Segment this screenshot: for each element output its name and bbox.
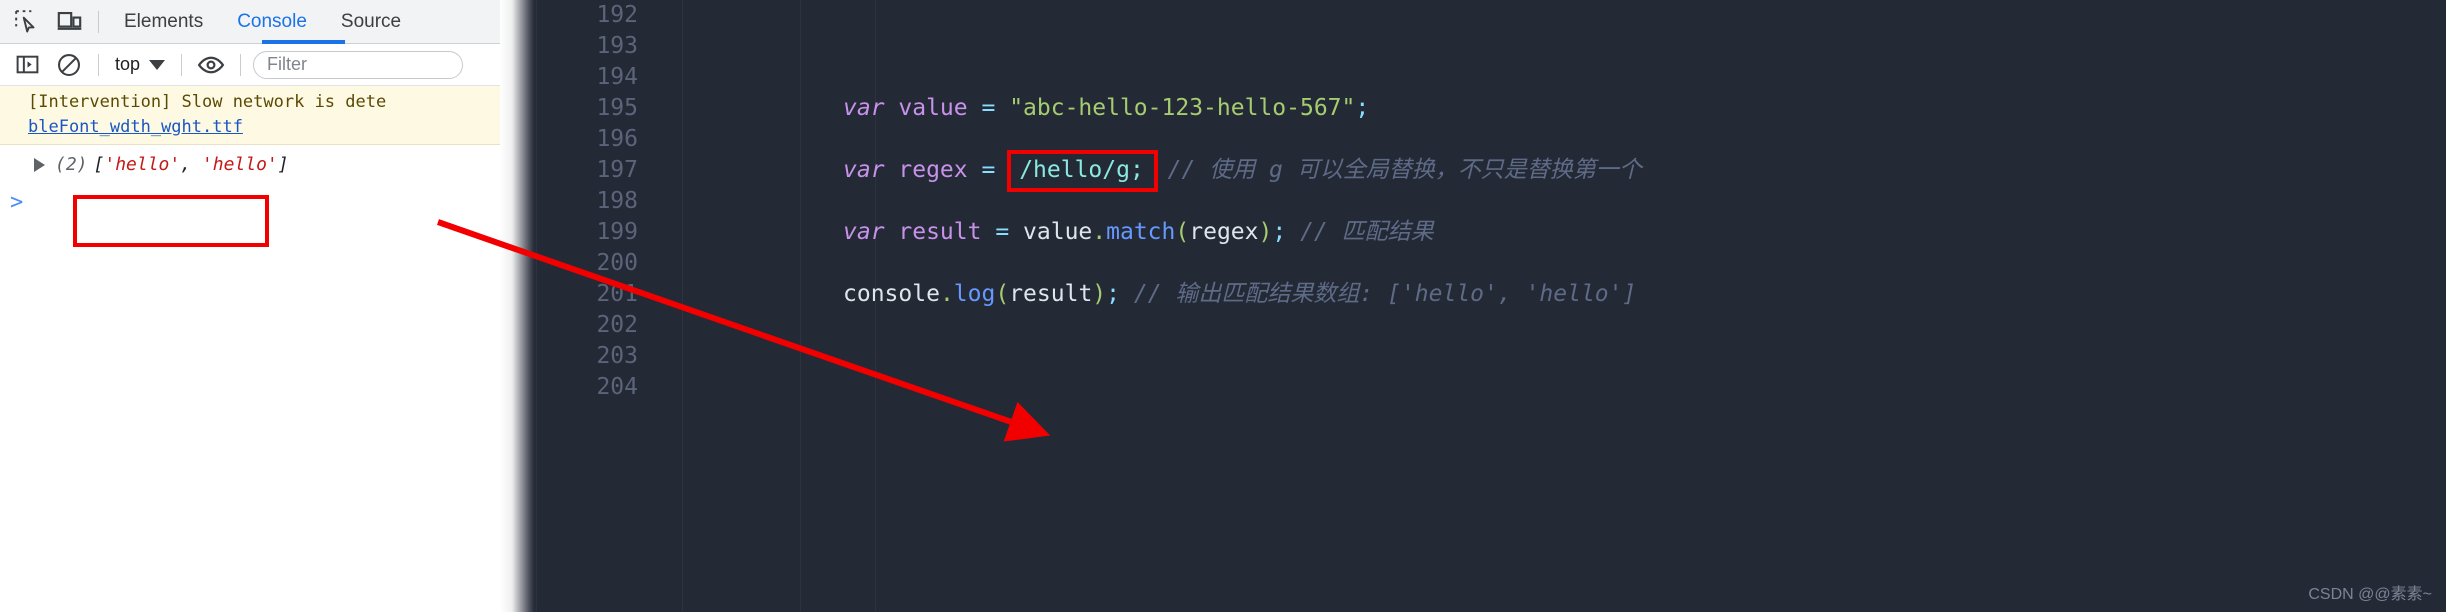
code-line[interactable]: 199 var result = value.match(regex); // 匹… [500,217,2446,248]
array-value: ['hello', 'hello'] [94,152,289,178]
line-number: 204 [596,374,638,400]
line-number: 195 [596,95,638,121]
token-obj: console [843,281,940,307]
code-line[interactable]: 194 [500,62,2446,93]
toolbar-divider [98,10,99,33]
line-number: 203 [596,343,638,369]
token-punct: . [939,281,954,307]
line-number: 199 [596,219,638,245]
code-line[interactable]: 197 var regex = /hello/g; // 使用 g 可以全局替换，… [500,149,2446,192]
code-line[interactable]: 196 [500,124,2446,155]
tab-elements[interactable]: Elements [107,0,220,44]
token-op: = [981,156,1010,183]
token-op: = [981,95,1010,121]
console-message-list[interactable]: [Intervention] Slow network is dete bleF… [0,86,500,612]
array-item-2: 'hello' [201,154,278,175]
token-kw: var [843,95,899,121]
array-comma: , [180,154,202,175]
code-line[interactable]: 204 [500,372,2446,403]
code-line[interactable]: 203 [500,341,2446,372]
token-obj: regex [1189,219,1259,245]
inspect-element-icon[interactable] [6,2,48,42]
prompt-chevron-icon: > [10,189,24,215]
code-line-list: 192 193 194 195 var value = "abc-hello-123-h… [500,0,2446,403]
line-number: 194 [596,64,638,90]
expand-triangle-icon[interactable] [34,158,45,172]
toolbar-divider [98,53,99,76]
token-punct: ) [1258,219,1273,245]
token-op: = [995,219,1024,245]
execution-context-selector[interactable]: top [107,54,173,75]
token-punct: ) [1092,281,1107,307]
token-comment: // 使用 g 可以全局替换，不只是替换第一个 [1153,156,1642,183]
token-fn: match [1106,219,1176,245]
token-punct: ( [995,281,1010,307]
code-text: console.log(result); // 输出匹配结果数组: ['hell… [650,279,1636,310]
array-item-1: 'hello' [104,154,181,175]
code-line[interactable]: 200 [500,248,2446,279]
line-number: 197 [596,157,638,183]
tab-sources[interactable]: Source [324,0,418,44]
code-line[interactable]: 198 [500,186,2446,217]
code-editor[interactable]: 192 193 194 195 var value = "abc-hello-123-h… [500,0,2446,612]
array-open-bracket: [ [93,154,105,175]
devtools-tabbar[interactable]: Elements Console Source [0,0,500,44]
tab-console[interactable]: Console [220,0,324,44]
line-number: 198 [596,188,638,214]
token-comment: // 匹配结果 [1286,219,1434,245]
token-comment: // 输出匹配结果数组: ['hello', 'hello'] [1120,281,1637,307]
line-number: 192 [596,2,638,28]
warning-source-link[interactable]: bleFont_wdth_wght.ttf [28,117,243,137]
token-punct: . [1092,219,1107,245]
token-semi: ; [1106,281,1121,307]
token-var: value [898,95,982,121]
token-var: regex [898,156,982,183]
console-sidebar-icon[interactable] [6,45,48,85]
chevron-down-icon [149,59,166,70]
line-number: 202 [596,312,638,338]
console-array-result[interactable]: (2) ['hello', 'hello'] [0,145,500,185]
code-text: var value = "abc-hello-123-hello-567"; [650,93,1369,124]
device-toolbar-icon[interactable] [48,2,90,42]
token-semi: ; [1355,95,1370,121]
execution-context-label: top [115,54,141,74]
line-number: 193 [596,33,638,59]
line-number: 196 [596,126,638,152]
highlighted-regex-literal: /hello/g; [1007,149,1158,192]
token-obj: value [1023,219,1093,245]
token-kw: var [843,219,899,245]
devtools-panel[interactable]: Elements Console Source top Filter [Inte… [0,0,500,612]
code-line[interactable]: 202 [500,310,2446,341]
token-punct: ( [1175,219,1190,245]
line-number: 200 [596,250,638,276]
warning-text: [Intervention] Slow network is dete [28,92,387,112]
active-tab-indicator [262,40,345,44]
console-warning-message[interactable]: [Intervention] Slow network is dete bleF… [0,86,500,145]
code-text: var regex = /hello/g; // 使用 g 可以全局替换，不只是… [650,149,1642,192]
array-close-bracket: ] [277,154,289,175]
console-toolbar[interactable]: top [0,44,500,86]
toolbar-divider [240,53,242,76]
toolbar-divider [181,53,183,76]
array-length-label: (2) [55,154,88,175]
live-expression-icon[interactable] [190,45,232,85]
watermark: CSDN @@素素~ [2308,586,2432,603]
token-kw: var [843,156,899,183]
line-number: 201 [596,281,638,307]
screenshot-root: 192 193 194 195 var value = "abc-hello-123-h… [0,0,2446,612]
code-line[interactable]: 195 var value = "abc-hello-123-hello-567"… [500,93,2446,124]
console-input-prompt[interactable]: > [0,185,500,219]
token-obj: result [1009,281,1093,307]
token-fn: log [953,281,996,307]
code-line[interactable]: 192 [500,0,2446,31]
code-text: var result = value.match(regex); // 匹配结果 [650,217,1434,248]
code-line[interactable]: 201 console.log(result); // 输出匹配结果数组: ['h… [500,279,2446,310]
filter-input[interactable] [253,50,464,79]
clear-console-icon[interactable] [48,45,90,85]
token-str: "abc-hello-123-hello-567" [1009,95,1356,121]
token-var: result [898,219,996,245]
token-semi: ; [1272,219,1287,245]
code-line[interactable]: 193 [500,31,2446,62]
